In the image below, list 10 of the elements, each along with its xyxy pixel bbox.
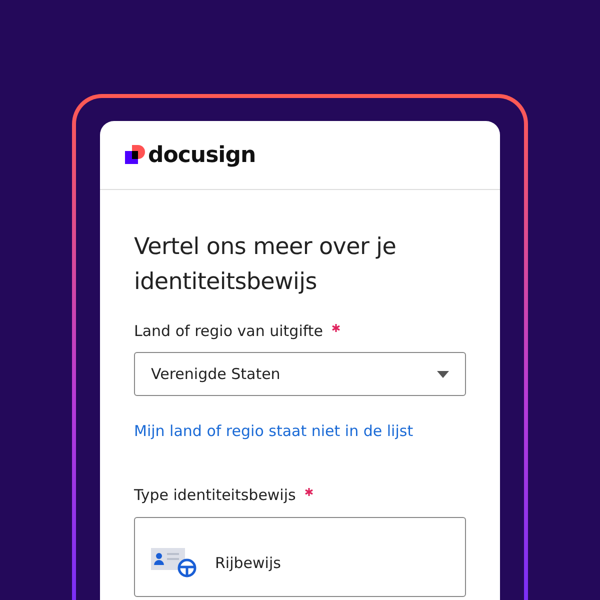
id-type-option[interactable]: Rijbewijs [134, 517, 466, 597]
id-card-steering-wheel-icon [151, 548, 197, 578]
logo-icon [125, 145, 145, 165]
caret-icon [437, 370, 449, 378]
field-label: Land of regio van uitgifte [134, 322, 323, 340]
country-not-listed-link[interactable]: Mijn land of regio staat niet in de lijst [134, 422, 466, 440]
logo-text: docusign [148, 142, 256, 168]
field-label: Type identiteitsbewijs [134, 486, 296, 504]
country-dropdown[interactable]: Verenigde Staten [134, 352, 466, 396]
form-title: Vertel ons meer over je identiteitsbewijs [134, 233, 398, 297]
